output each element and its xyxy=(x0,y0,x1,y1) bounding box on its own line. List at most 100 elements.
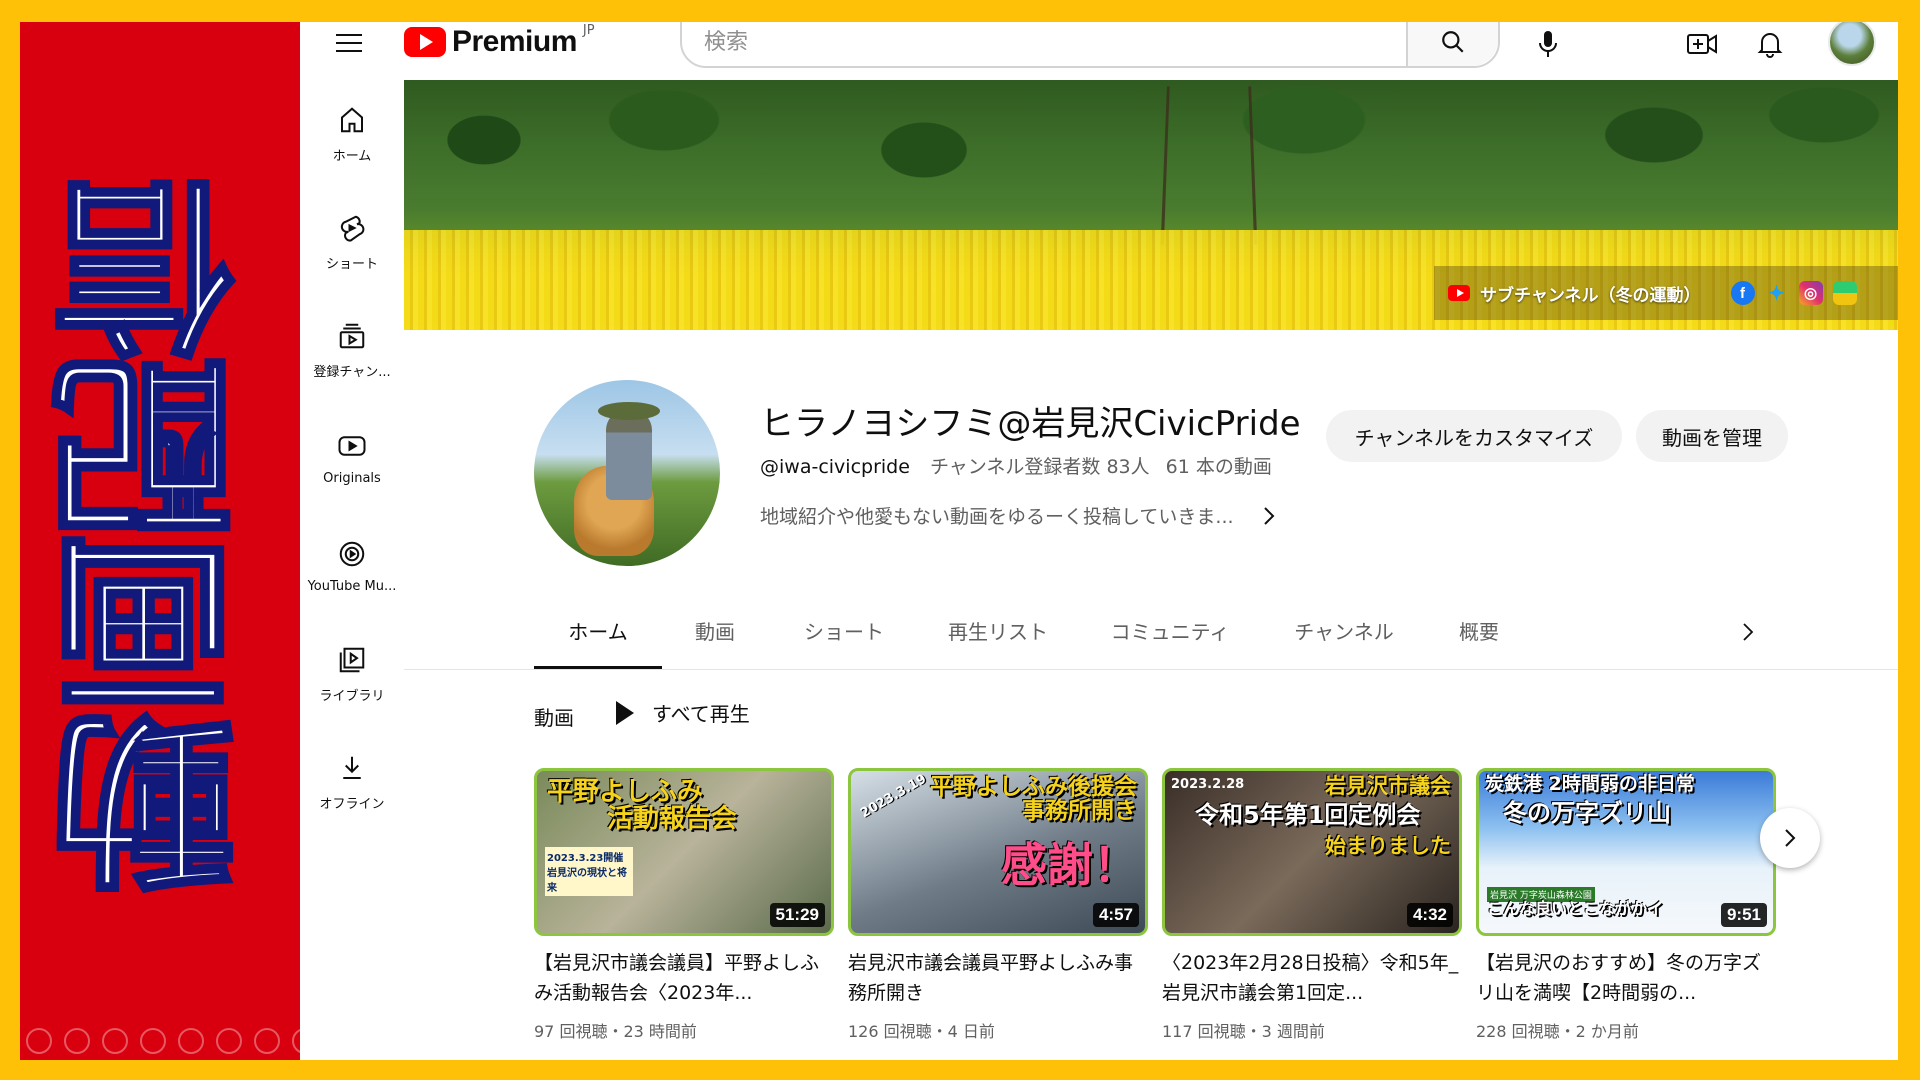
search-input[interactable] xyxy=(682,22,1406,66)
tabs-divider xyxy=(404,669,1898,670)
tab-videos[interactable]: 動画 xyxy=(662,590,768,670)
tab-channels[interactable]: チャンネル xyxy=(1264,590,1424,670)
home-icon xyxy=(341,106,363,132)
guide-label: オフライン xyxy=(319,796,385,812)
thumbnail-date: 2023.2.28 xyxy=(1171,777,1245,792)
thumbnail-caption: 平野よしふみ後援会 事務所開き xyxy=(930,774,1137,825)
account-avatar[interactable] xyxy=(1828,22,1876,66)
video-title[interactable]: 岩見沢市議会議員平野よしふみ事務所開き xyxy=(848,948,1148,1008)
subscriber-count: チャンネル登録者数 83人 xyxy=(929,456,1150,478)
video-duration: 4:57 xyxy=(1092,903,1139,927)
voice-search-button[interactable] xyxy=(1528,24,1568,64)
guide-label: ショート xyxy=(325,256,378,272)
guide-item-library[interactable]: ライブラリ xyxy=(300,620,404,728)
music-icon xyxy=(339,541,365,566)
guide-label: Originals xyxy=(323,470,381,486)
channel-description-text: 地域紹介や他愛もない動画をゆるーく投稿していきま... xyxy=(760,506,1234,528)
guide-item-shorts[interactable]: ショート xyxy=(300,188,404,296)
tab-community[interactable]: コミュニティ xyxy=(1076,590,1264,670)
slide-control-dot[interactable] xyxy=(102,1028,128,1054)
tab-playlists[interactable]: 再生リスト xyxy=(920,590,1076,670)
logo-text: Premium xyxy=(452,25,577,58)
thumbnail-caption-main: 冬の万字ズリ山 xyxy=(1503,799,1671,827)
video-duration: 9:51 xyxy=(1720,903,1767,927)
channel-tabs: ホーム 動画 ショート 再生リスト コミュニティ チャンネル 概要 xyxy=(534,590,1534,670)
instagram-icon[interactable]: ◎ xyxy=(1798,281,1823,305)
slide-control-dot[interactable] xyxy=(64,1028,90,1054)
search-button[interactable] xyxy=(1406,22,1498,66)
slide-control-dot[interactable] xyxy=(178,1028,204,1054)
guide-item-offline[interactable]: オフライン xyxy=(300,728,404,836)
promo-banner-text: 動画配信 xyxy=(49,183,270,899)
guide-item-subscriptions[interactable]: 登録チャン... xyxy=(300,296,404,404)
notifications-button[interactable] xyxy=(1750,26,1790,62)
manage-videos-button[interactable]: 動画を管理 xyxy=(1636,410,1788,462)
facebook-icon[interactable]: f xyxy=(1730,281,1755,305)
youtube-viewport: Premium JP ホーム ショート xyxy=(300,22,1898,1060)
tabs-scroll-right-icon[interactable] xyxy=(1736,620,1760,644)
originals-icon xyxy=(338,435,366,456)
video-meta: 126 回視聴・4 日前 xyxy=(848,1022,995,1041)
play-all-button[interactable]: すべて再生 xyxy=(604,698,750,727)
thumbnail-subcaption: 2023.3.23開催 岩見沢の現状と将来 xyxy=(545,847,633,896)
video-card[interactable]: 2023.2.28 岩見沢市議会 令和5年第1回定例会 始まりました 4:32 … xyxy=(1162,768,1462,1042)
guide-label: ライブラリ xyxy=(319,688,385,704)
video-thumbnail[interactable]: 平野よしふみ 活動報告会 2023.3.23開催 岩見沢の現状と将来 51:29 xyxy=(534,768,834,936)
slide-control-dot[interactable] xyxy=(254,1028,280,1054)
guide-label: ホーム xyxy=(332,148,372,164)
search-icon xyxy=(1442,31,1464,53)
video-title[interactable]: 【岩見沢のおすすめ】冬の万字ズリ山を満喫【2時間弱の... xyxy=(1476,948,1776,1008)
tab-shorts[interactable]: ショート xyxy=(768,590,920,670)
menu-icon[interactable] xyxy=(336,28,366,58)
create-button[interactable] xyxy=(1682,26,1722,62)
customize-channel-button[interactable]: チャンネルをカスタマイズ xyxy=(1326,410,1622,462)
video-card[interactable]: 2023.3.19 平野よしふみ後援会 事務所開き 感謝！ 4:57 岩見沢市議… xyxy=(848,768,1148,1042)
video-thumbnail[interactable]: 炭鉄港 2時間弱の非日常 冬の万字ズリ山 岩見沢 万字炭山森林公園 こんな良いと… xyxy=(1476,768,1776,936)
subscriptions-icon xyxy=(339,323,365,348)
slide-controls xyxy=(26,1028,318,1054)
play-all-label: すべて再生 xyxy=(652,702,750,726)
video-card[interactable]: 平野よしふみ 活動報告会 2023.3.23開催 岩見沢の現状と将来 51:29… xyxy=(534,768,834,1042)
channel-description[interactable]: 地域紹介や他愛もない動画をゆるーく投稿していきま... xyxy=(760,502,1276,529)
shelf-title[interactable]: 動画 xyxy=(534,702,574,731)
library-icon xyxy=(339,647,365,672)
banner-trees xyxy=(404,80,1898,230)
tab-home[interactable]: ホーム xyxy=(534,590,662,670)
video-count: 61 本の動画 xyxy=(1165,456,1272,478)
masthead: Premium JP xyxy=(300,22,1898,80)
chevron-right-icon xyxy=(1785,829,1796,847)
slide-control-dot[interactable] xyxy=(26,1028,52,1054)
thumbnail-caption: 平野よしふみ 活動報告会 xyxy=(547,777,738,835)
banner-power-tower xyxy=(1160,86,1258,245)
slide-control-dot[interactable] xyxy=(216,1028,242,1054)
youtube-logo[interactable]: Premium JP xyxy=(404,22,595,62)
video-meta: 117 回視聴・3 週間前 xyxy=(1162,1022,1325,1041)
video-meta: 97 回視聴・23 時間前 xyxy=(534,1022,697,1041)
guide-label: 登録チャン... xyxy=(313,364,391,380)
guide-label: YouTube Mu... xyxy=(307,578,397,594)
channel-name: ヒラノヨシフミ@岩見沢CivicPride xyxy=(760,404,1301,444)
guide-item-home[interactable]: ホーム xyxy=(300,80,404,188)
video-title[interactable]: 〈2023年2月28日投稿〉令和5年_岩見沢市議会第1回定... xyxy=(1162,948,1462,1008)
tab-about[interactable]: 概要 xyxy=(1424,590,1534,670)
subchannel-link[interactable]: サブチャンネル（冬の運動） xyxy=(1480,281,1701,306)
video-thumbnail[interactable]: 2023.3.19 平野よしふみ後援会 事務所開き 感謝！ 4:57 xyxy=(848,768,1148,936)
video-card[interactable]: 炭鉄港 2時間弱の非日常 冬の万字ズリ山 岩見沢 万字炭山森林公園 こんな良いと… xyxy=(1476,768,1776,1042)
video-thumbnail[interactable]: 2023.2.28 岩見沢市議会 令和5年第1回定例会 始まりました 4:32 xyxy=(1162,768,1462,936)
bell-icon xyxy=(1757,33,1783,58)
thumbnail-caption-top: 炭鉄港 2時間弱の非日常 xyxy=(1485,773,1695,795)
video-title[interactable]: 【岩見沢市議会議員】平野よしふみ活動報告会〈2023年... xyxy=(534,948,834,1008)
youtube-icon xyxy=(1448,285,1470,301)
search-box xyxy=(680,22,1500,68)
video-duration: 4:32 xyxy=(1406,903,1453,927)
guide-item-music[interactable]: YouTube Mu... xyxy=(300,512,404,620)
channel-handle: @iwa-civicpride xyxy=(760,456,910,478)
thumbnail-caption-bottom: 始まりました xyxy=(1325,834,1451,858)
slide-control-dot[interactable] xyxy=(140,1028,166,1054)
avatar-person xyxy=(606,410,652,500)
shelf-next-button[interactable] xyxy=(1760,808,1820,868)
twitter-icon[interactable]: ✦ xyxy=(1765,281,1789,305)
guide-item-originals[interactable]: Originals xyxy=(300,404,404,512)
website-icon[interactable] xyxy=(1832,281,1857,305)
create-video-icon xyxy=(1687,34,1717,54)
